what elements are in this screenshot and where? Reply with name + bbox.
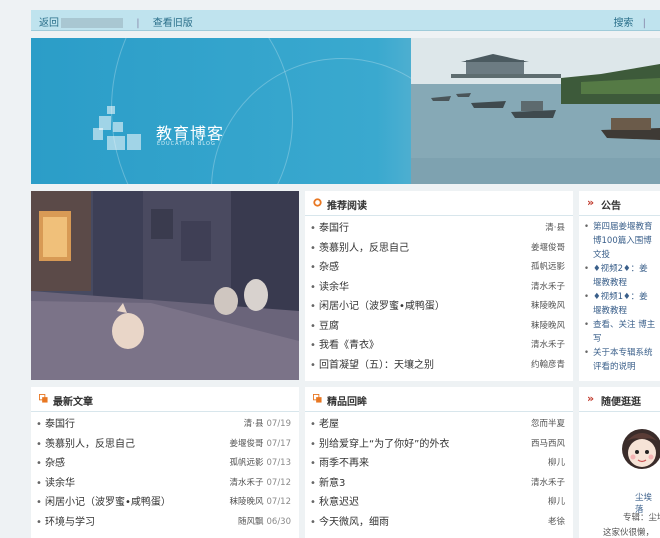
quality-review-panel: 精品回眸 老屋忽而半夏 别给爱穿上“为了你好”的外衣西马西风 雨季不再来柳儿 新…: [305, 387, 573, 538]
blog-logo-blurred: [93, 106, 145, 154]
panel-title: 最新文章: [53, 397, 93, 408]
panel-header: 最新文章: [31, 387, 299, 412]
announcement-item[interactable]: ♦视频2♦：姜堰教教程: [579, 262, 660, 290]
double-chevron-icon: »: [587, 392, 595, 405]
list-item[interactable]: 雨季不再来柳儿: [305, 454, 573, 474]
banner-subtitle: EDUCATION BLOG: [157, 141, 216, 147]
list-item[interactable]: 老屋忽而半夏: [305, 415, 573, 435]
list-item[interactable]: 羡慕别人，反思自己姜堰俊哥07/17: [31, 435, 299, 455]
blog-banner: 教育博客 EDUCATION BLOG: [31, 38, 660, 184]
top-left-links: 返回 | 查看旧版: [39, 14, 193, 29]
announcement-panel: » 公告 第四届姜堰教育博100篇入围博文投 ♦视频2♦：姜堰教教程 ♦视频1♦…: [579, 191, 660, 381]
double-chevron-icon: »: [587, 196, 595, 209]
announcement-item[interactable]: 关于本专辑系统评看的说明: [579, 346, 660, 374]
lake-scenery-image: [411, 38, 660, 184]
panel-title: 精品回眸: [327, 397, 367, 408]
top-bar: 返回 | 查看旧版 搜索 |: [31, 10, 660, 31]
list-item[interactable]: 羡慕别人，反思自己姜堰俊哥: [305, 239, 573, 259]
latest-list: 泰国行清·县07/19 羡慕别人，反思自己姜堰俊哥07/17 杂感孤帆远影07/…: [31, 412, 299, 532]
announcement-item[interactable]: ♦视频1♦：姜堰教教程: [579, 290, 660, 318]
blurred-site-name: [61, 18, 123, 28]
list-item[interactable]: 杂感孤帆远影07/13: [31, 454, 299, 474]
author-subject: 专辑：尘埃: [623, 513, 660, 523]
panel-header: » 随便逛逛: [579, 387, 660, 412]
list-item[interactable]: 豆腐秣陵晚风: [305, 317, 573, 337]
author-desc: 这家伙很懒，: [603, 528, 655, 538]
recommended-list: 泰国行清·县 羡慕别人，反思自己姜堰俊哥 杂感孤帆远影 读余华清水禾子 闲居小记…: [305, 216, 573, 375]
window-stack-icon: [39, 394, 48, 403]
featured-street-photo[interactable]: [31, 191, 299, 380]
list-item[interactable]: 读余华清水禾子07/12: [31, 474, 299, 494]
back-link[interactable]: 返回: [39, 18, 59, 29]
list-item[interactable]: 我看《青衣》清水禾子: [305, 336, 573, 356]
window-stack-icon: [313, 394, 322, 403]
announcement-list: 第四届姜堰教育博100篇入围博文投 ♦视频2♦：姜堰教教程 ♦视频1♦：姜堰教教…: [579, 216, 660, 374]
panel-title: 推荐阅读: [327, 201, 367, 212]
panel-title: 公告: [601, 201, 621, 212]
list-item[interactable]: 杂感孤帆远影: [305, 258, 573, 278]
list-item[interactable]: 别给爱穿上“为了你好”的外衣西马西风: [305, 435, 573, 455]
panel-header: 精品回眸: [305, 387, 573, 412]
list-item[interactable]: 今天微风，细雨老徐: [305, 513, 573, 533]
list-item[interactable]: 读余华清水禾子: [305, 278, 573, 298]
recommended-reading-panel: 推荐阅读 泰国行清·县 羡慕别人，反思自己姜堰俊哥 杂感孤帆远影 读余华清水禾子…: [305, 191, 573, 381]
list-item[interactable]: 泰国行清·县: [305, 219, 573, 239]
latest-articles-panel: 最新文章 泰国行清·县07/19 羡慕别人，反思自己姜堰俊哥07/17 杂感孤帆…: [31, 387, 299, 538]
search-link[interactable]: 搜索 |: [613, 14, 646, 29]
list-item[interactable]: 回首凝望（五）：天壤之别约翰彦青: [305, 356, 573, 376]
old-version-link[interactable]: 查看旧版: [153, 18, 193, 29]
list-item[interactable]: 闲居小记（波罗蜜•咸鸭蛋）秣陵晚风: [305, 297, 573, 317]
review-list: 老屋忽而半夏 别给爱穿上“为了你好”的外衣西马西风 雨季不再来柳儿 新意3清水禾…: [305, 412, 573, 532]
panel-title: 随便逛逛: [601, 397, 641, 408]
random-stroll-panel: » 随便逛逛 尘埃落 专辑：尘埃 这家伙很懒，: [579, 387, 660, 538]
announcement-item[interactable]: 查看、关注 博主写: [579, 318, 660, 346]
list-item[interactable]: 泰国行清·县07/19: [31, 415, 299, 435]
announcement-item[interactable]: 第四届姜堰教育博100篇入围博文投: [579, 220, 660, 262]
avatar[interactable]: [621, 427, 660, 473]
divider: |: [136, 18, 140, 29]
panel-header: 推荐阅读: [305, 191, 573, 216]
list-item[interactable]: 新意3清水禾子: [305, 474, 573, 494]
list-item[interactable]: 闲居小记（波罗蜜•咸鸭蛋）秣陵晚风07/12: [31, 493, 299, 513]
list-item[interactable]: 环境与学习随风飘06/30: [31, 513, 299, 533]
panel-header: » 公告: [579, 191, 660, 216]
circle-icon: [313, 198, 322, 207]
list-item[interactable]: 秋意迟迟柳儿: [305, 493, 573, 513]
